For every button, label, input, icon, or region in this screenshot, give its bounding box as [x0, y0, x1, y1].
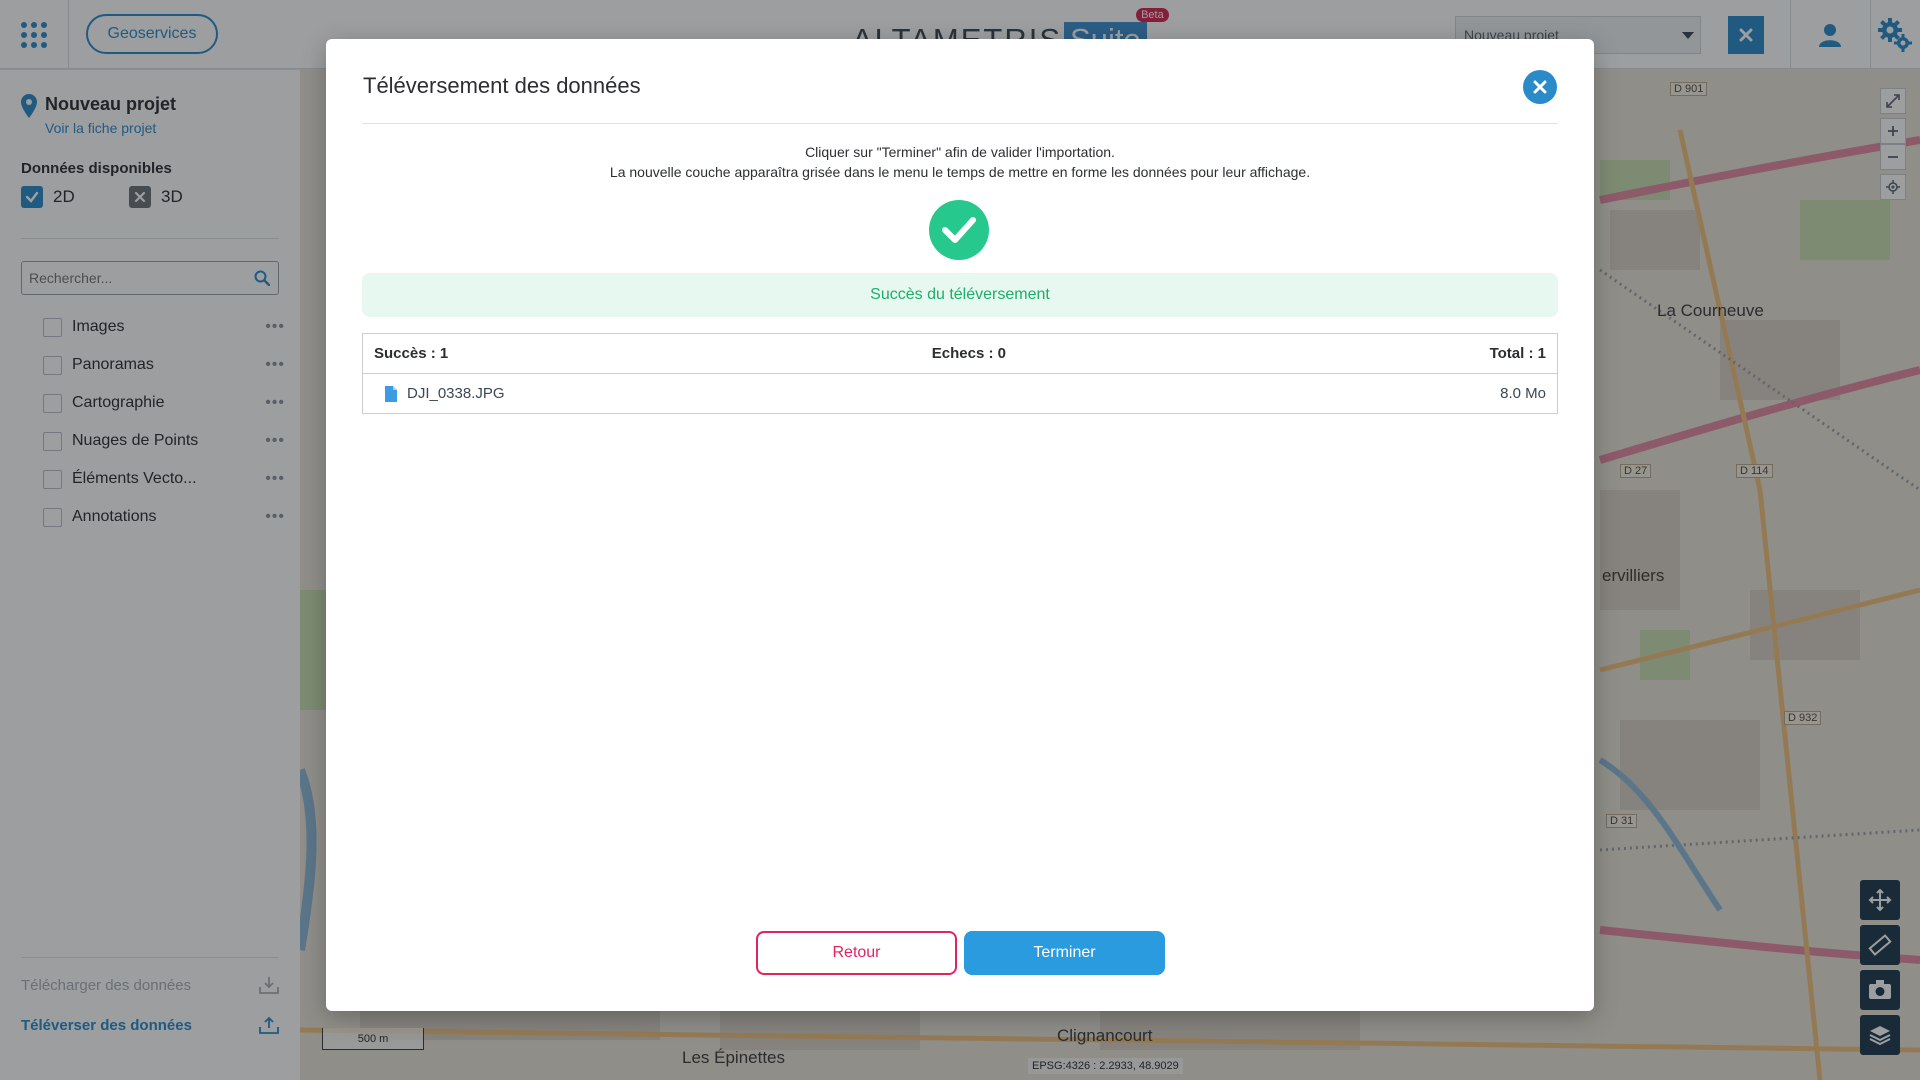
modal-title: Téléversement des données [363, 73, 641, 98]
file-row: DJI_0338.JPG 8.0 Mo [363, 374, 1557, 413]
failure-count: Echecs : 0 [931, 345, 1007, 362]
finish-button[interactable]: Terminer [964, 931, 1165, 975]
check-icon [942, 217, 976, 243]
success-check-icon [929, 200, 989, 260]
modal-close-button[interactable] [1523, 70, 1557, 104]
close-icon [1533, 80, 1547, 94]
upload-instructions: Cliquer sur "Terminer" afin de valider l… [362, 142, 1558, 182]
total-count: Total : 1 [1489, 345, 1546, 362]
upload-modal: Téléversement des données Cliquer sur "T… [326, 39, 1594, 1011]
instruction-line: La nouvelle couche apparaîtra grisée dan… [609, 164, 1311, 180]
upload-results-table: Succès : 1 Echecs : 0 Total : 1 DJI_0338… [362, 333, 1558, 414]
success-banner: Succès du téléversement [362, 273, 1558, 317]
file-size: 8.0 Mo [1500, 385, 1546, 402]
success-count: Succès : 1 [374, 345, 449, 362]
back-button[interactable]: Retour [756, 931, 957, 975]
file-icon [385, 385, 397, 402]
results-summary: Succès : 1 Echecs : 0 Total : 1 [363, 334, 1557, 374]
instruction-line: Cliquer sur "Terminer" afin de valider l… [805, 144, 1115, 160]
modal-divider [362, 123, 1558, 124]
file-name: DJI_0338.JPG [407, 385, 505, 402]
